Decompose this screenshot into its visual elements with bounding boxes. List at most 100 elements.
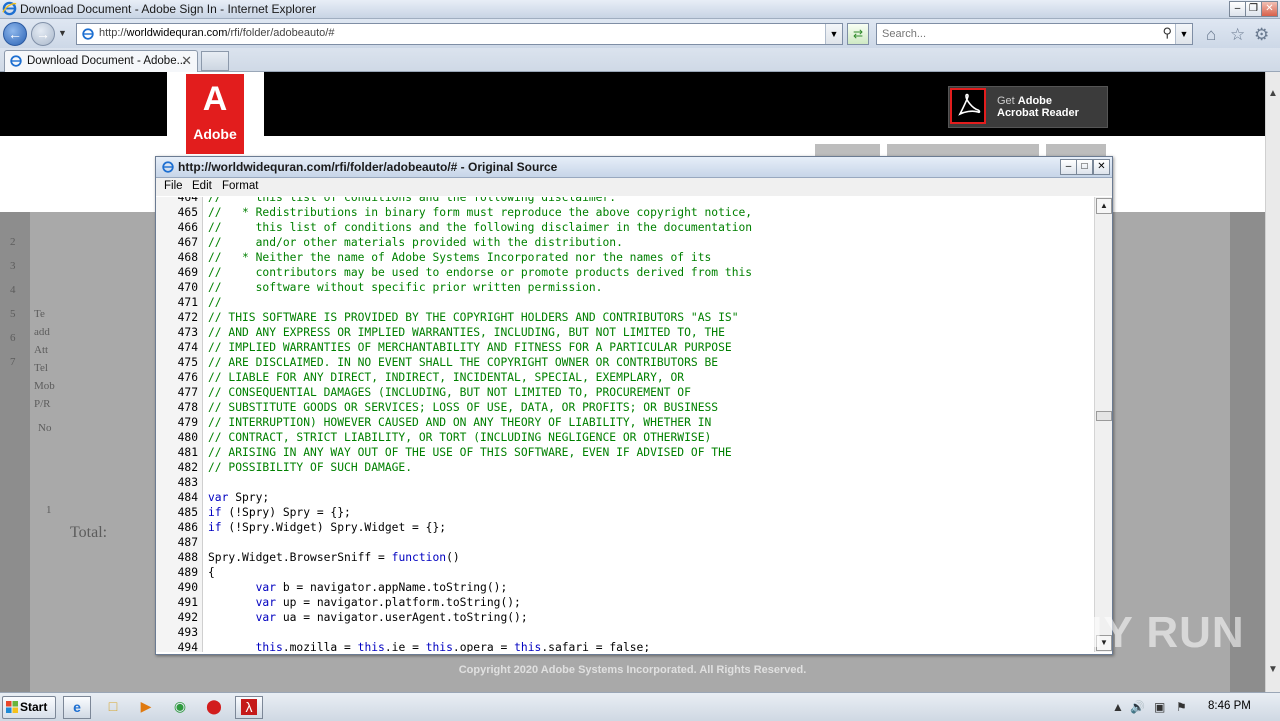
code-line: 492 var ua = navigator.userAgent.toStrin… [156, 610, 1086, 625]
menu-format[interactable]: Format [222, 180, 258, 192]
source-titlebar: http://worldwidequran.com/rfi/folder/ado… [156, 157, 1112, 178]
taskbar-opera[interactable]: ⬤ [201, 696, 227, 717]
scroll-up-arrow[interactable]: ▲ [1096, 198, 1112, 214]
favorites-star-icon[interactable]: ☆ [1230, 25, 1245, 45]
address-dropdown-button[interactable]: ▼ [825, 24, 842, 44]
line-number: 482 [177, 461, 198, 474]
code-line: 478 // SUBSTITUTE GOODS OR SERVICES; LOSS… [156, 400, 1086, 415]
code-text: // and/or other materials provided with … [208, 236, 623, 249]
start-button[interactable]: Start [2, 696, 56, 719]
code-line: 479 // INTERRUPTION) HOWEVER CAUSED AND O… [156, 415, 1086, 430]
line-number: 481 [177, 446, 198, 459]
source-minimize-button[interactable]: – [1060, 159, 1077, 175]
code-text: Spry.Widget.BrowserSniff = function() [208, 551, 460, 564]
taskbar-acrobat[interactable]: λ [235, 696, 263, 719]
line-number: 471 [177, 296, 198, 309]
line-number: 473 [177, 326, 198, 339]
line-number: 478 [177, 401, 198, 414]
scroll-up-arrow[interactable]: ▲ [1268, 88, 1278, 99]
code-text: // INTERRUPTION) HOWEVER CAUSED AND ON A… [208, 416, 712, 429]
line-number: 493 [177, 626, 198, 639]
code-text: // ARISING IN ANY WAY OUT OF THE USE OF … [208, 446, 732, 459]
code-line: 468 // * Neither the name of Adobe System… [156, 250, 1086, 265]
scroll-down-arrow[interactable]: ▼ [1268, 664, 1278, 675]
acrobat-icon: λ [241, 699, 257, 715]
new-tab-button[interactable] [201, 51, 229, 71]
code-text: // CONSEQUENTIAL DAMAGES (INCLUDING, BUT… [208, 386, 691, 399]
taskbar-media-player[interactable]: ▶ [133, 696, 159, 717]
minimize-button[interactable]: – [1229, 1, 1246, 17]
network-icon[interactable]: ▣ [1154, 700, 1165, 714]
line-number: 467 [177, 236, 198, 249]
search-input[interactable] [880, 26, 1154, 42]
refresh-button[interactable]: ⇄ [847, 23, 869, 45]
line-number: 486 [177, 521, 198, 534]
code-text: // ARE DISCLAIMED. IN NO EVENT SHALL THE… [208, 356, 719, 369]
line-number: 491 [177, 596, 198, 609]
line-number: 488 [177, 551, 198, 564]
code-text: var b = navigator.appName.toString(); [255, 581, 508, 594]
line-number: 469 [177, 266, 198, 279]
scroll-thumb[interactable] [1096, 411, 1112, 421]
menu-file[interactable]: File [164, 180, 183, 192]
page-scrollbar[interactable]: ▲ ▼ [1265, 72, 1280, 692]
code-line: 482 // POSSIBILITY OF SUCH DAMAGE. [156, 460, 1086, 475]
source-close-button[interactable]: ✕ [1093, 159, 1110, 175]
window-title: Download Document - Adobe Sign In - Inte… [20, 2, 317, 16]
line-number: 487 [177, 536, 198, 549]
get-acrobat-reader-button[interactable]: Get Adobe Acrobat Reader [948, 86, 1108, 128]
recent-pages-dropdown[interactable]: ▼ [58, 28, 67, 38]
search-box[interactable]: ⚲ ▼ [876, 23, 1193, 45]
line-number: 476 [177, 371, 198, 384]
taskbar: Start e □ ▶ ◉ ⬤ λ ▲ 🔊 ▣ ⚑ 8:46 PM [0, 692, 1280, 721]
restore-button[interactable]: ❐ [1245, 1, 1262, 17]
tab-download-document[interactable]: Download Document - Adobe... ✕ [4, 50, 198, 72]
back-button[interactable]: ← [3, 22, 27, 46]
code-text: if (!Spry.Widget) Spry.Widget = {}; [208, 521, 447, 534]
source-scrollbar[interactable]: ▲ ▼ [1094, 197, 1112, 652]
code-line: 475 // ARE DISCLAIMED. IN NO EVENT SHALL … [156, 355, 1086, 370]
adobe-wordmark: Adobe [193, 126, 237, 142]
home-icon[interactable]: ⌂ [1206, 25, 1216, 45]
code-line: 480 // CONTRACT, STRICT LIABILITY, OR TOR… [156, 430, 1086, 445]
search-dropdown-button[interactable]: ▼ [1175, 24, 1192, 44]
address-bar[interactable]: http://worldwidequran.com/rfi/folder/ado… [76, 23, 843, 45]
address-url: http://worldwidequran.com/rfi/folder/ado… [99, 27, 335, 39]
ie-logo-icon [2, 1, 17, 16]
volume-icon[interactable]: 🔊 [1130, 700, 1145, 714]
tray-expand-icon[interactable]: ▲ [1112, 700, 1124, 714]
source-code-area[interactable]: 464 // this list of conditions and the fo… [156, 197, 1094, 652]
taskbar-chrome[interactable]: ◉ [167, 696, 193, 717]
code-line: 487 [156, 535, 1086, 550]
code-text: // THIS SOFTWARE IS PROVIDED BY THE COPY… [208, 311, 739, 324]
code-text: // IMPLIED WARRANTIES OF MERCHANTABILITY… [208, 341, 732, 354]
source-maximize-button[interactable]: □ [1076, 159, 1093, 175]
action-center-flag-icon[interactable]: ⚑ [1176, 700, 1187, 714]
tab-label: Download Document - Adobe... [27, 55, 187, 67]
taskbar-ie[interactable]: e [63, 696, 91, 719]
code-text: if (!Spry) Spry = {}; [208, 506, 351, 519]
media-player-icon: ▶ [140, 698, 152, 714]
settings-gear-icon[interactable]: ⚙ [1254, 25, 1269, 45]
close-button[interactable]: ✕ [1261, 1, 1278, 17]
menu-edit[interactable]: Edit [192, 180, 212, 192]
code-text: // [208, 296, 222, 309]
chrome-icon: ◉ [173, 698, 187, 714]
code-line: 465 // * Redistributions in binary form m… [156, 205, 1086, 220]
line-number: 465 [177, 206, 198, 219]
windows-flag-icon [6, 701, 18, 713]
code-text: // SUBSTITUTE GOODS OR SERVICES; LOSS OF… [208, 401, 719, 414]
code-text: // software without specific prior writt… [208, 281, 603, 294]
taskbar-explorer[interactable]: □ [100, 696, 126, 717]
navigation-bar: ← → ▼ http://worldwidequran.com/rfi/fold… [0, 19, 1280, 48]
search-icon[interactable]: ⚲ [1162, 25, 1172, 41]
code-line: 489 { [156, 565, 1086, 580]
code-text: // * Redistributions in binary form must… [208, 206, 753, 219]
line-number: 474 [177, 341, 198, 354]
line-number: 484 [177, 491, 198, 504]
tab-close-icon[interactable]: ✕ [181, 53, 192, 69]
line-number: 475 [177, 356, 198, 369]
code-line: 472 // THIS SOFTWARE IS PROVIDED BY THE C… [156, 310, 1086, 325]
code-text: { [208, 566, 215, 579]
forward-button[interactable]: → [31, 22, 55, 46]
